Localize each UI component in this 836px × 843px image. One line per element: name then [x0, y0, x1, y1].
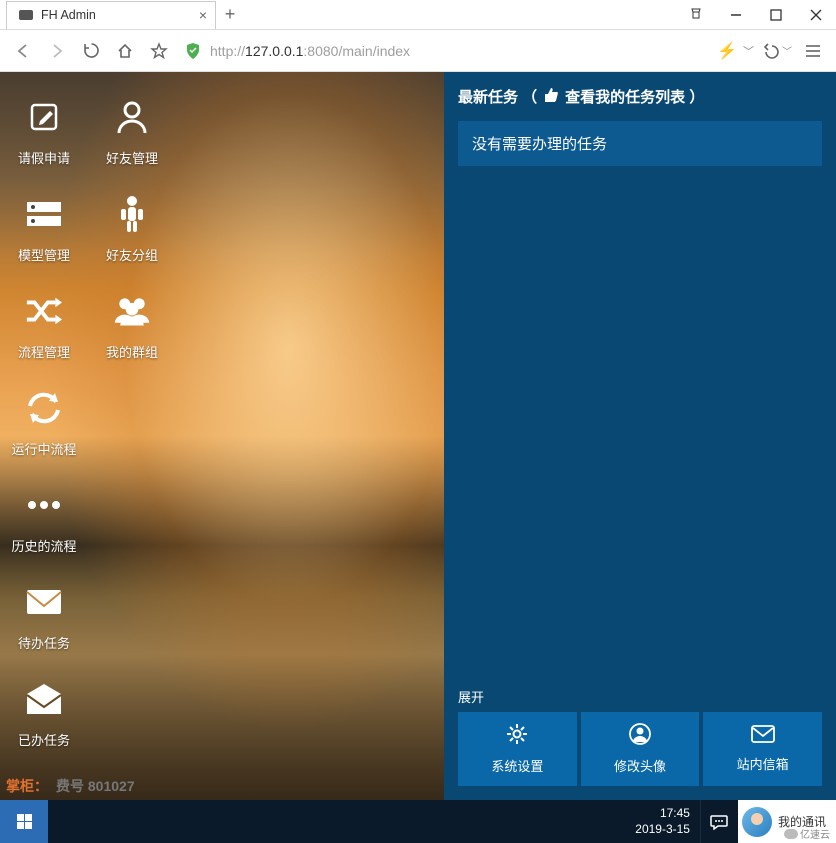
- new-tab-button[interactable]: +: [216, 1, 244, 29]
- tile-model-mgmt[interactable]: 模型管理: [0, 185, 88, 282]
- clock[interactable]: 17:45 2019-3-15: [625, 806, 700, 837]
- taskbar: 17:45 2019-3-15 我的通讯 亿速云: [0, 800, 836, 843]
- window-controls: [676, 0, 836, 30]
- undo-nav-button[interactable]: ﹀: [758, 36, 794, 66]
- menu-button[interactable]: [798, 36, 828, 66]
- expand-label[interactable]: 展开: [458, 687, 822, 706]
- brand-logo: 亿速云: [784, 826, 830, 841]
- tile-label: 已办任务: [18, 730, 70, 749]
- tile-flow-mgmt[interactable]: 流程管理: [0, 282, 88, 379]
- url-scheme: http://: [210, 43, 245, 59]
- home-button[interactable]: [110, 36, 140, 66]
- task-heading: 最新任务 （ 查看我的任务列表 ）: [458, 86, 822, 107]
- tile-label: 请假申请: [18, 148, 70, 167]
- main-content: 请假申请 好友管理 模型管理 好友分组: [0, 72, 836, 800]
- change-avatar-button[interactable]: 修改头像: [581, 712, 700, 786]
- watermark-text: 掌柜：费号 801027: [6, 776, 135, 796]
- windows-icon: [17, 814, 32, 829]
- clock-time: 17:45: [635, 806, 690, 822]
- tile-done-tasks[interactable]: 已办任务: [0, 670, 88, 767]
- speed-icon[interactable]: ⚡: [717, 41, 737, 61]
- start-button[interactable]: [0, 800, 48, 843]
- avatar-icon: [629, 723, 651, 748]
- sync-icon: [25, 389, 63, 427]
- forward-button[interactable]: [42, 36, 72, 66]
- back-button[interactable]: [8, 36, 38, 66]
- group-icon: [113, 292, 151, 330]
- maximize-button[interactable]: [756, 0, 796, 30]
- browser-tab[interactable]: FH Admin ×: [6, 1, 216, 29]
- close-window-button[interactable]: [796, 0, 836, 30]
- action-buttons: 系统设置 修改头像 站内信箱: [458, 712, 822, 786]
- tile-label: 历史的流程: [11, 536, 76, 555]
- tile-label: 待办任务: [18, 633, 70, 652]
- pin-window-button[interactable]: [676, 0, 716, 30]
- gear-icon: [506, 723, 528, 748]
- speed-chevron-icon[interactable]: ﹀: [743, 43, 754, 59]
- button-label: 系统设置: [491, 756, 543, 775]
- avatar: [742, 807, 772, 837]
- ellipsis-icon: [25, 486, 63, 524]
- envelope-icon: [751, 725, 775, 746]
- chat-tray-icon[interactable]: [700, 800, 738, 843]
- tile-friend-group[interactable]: 好友分组: [88, 185, 176, 282]
- tile-label: 模型管理: [18, 245, 70, 264]
- tile-label: 流程管理: [18, 342, 70, 361]
- right-pane: 最新任务 （ 查看我的任务列表 ） 没有需要办理的任务 展开 系统设置 修改头像…: [444, 72, 836, 800]
- button-label: 站内信箱: [737, 754, 789, 773]
- shield-icon: [186, 43, 200, 59]
- url-port: :8080: [303, 43, 338, 59]
- contact-widget[interactable]: 我的通讯 亿速云: [738, 800, 836, 843]
- refresh-button[interactable]: [76, 36, 106, 66]
- tile-label: 我的群组: [106, 342, 158, 361]
- left-pane: 请假申请 好友管理 模型管理 好友分组: [0, 72, 444, 800]
- url-field[interactable]: http:// 127.0.0.1 :8080 /main/index: [178, 43, 713, 59]
- server-icon: [25, 195, 63, 233]
- url-path: /main/index: [338, 43, 410, 59]
- url-host: 127.0.0.1: [245, 43, 303, 59]
- tile-friend-mgmt[interactable]: 好友管理: [88, 88, 176, 185]
- sys-settings-button[interactable]: 系统设置: [458, 712, 577, 786]
- minimize-button[interactable]: [716, 0, 756, 30]
- tile-running-flow[interactable]: 运行中流程: [0, 379, 88, 476]
- tile-leave-apply[interactable]: 请假申请: [0, 88, 88, 185]
- mail-open-icon: [25, 680, 63, 718]
- tile-grid: 请假申请 好友管理 模型管理 好友分组: [0, 72, 444, 767]
- person-icon: [113, 195, 151, 233]
- button-label: 修改头像: [614, 756, 666, 775]
- clock-date: 2019-3-15: [635, 822, 690, 838]
- user-icon: [113, 98, 151, 136]
- edit-icon: [25, 98, 63, 136]
- tile-my-groups[interactable]: 我的群组: [88, 282, 176, 379]
- window-titlebar: FH Admin × +: [0, 0, 836, 30]
- mail-icon: [25, 583, 63, 621]
- tile-label: 运行中流程: [11, 439, 76, 458]
- inbox-button[interactable]: 站内信箱: [703, 712, 822, 786]
- thumbs-up-icon: [543, 87, 559, 107]
- tile-todo-tasks[interactable]: 待办任务: [0, 573, 88, 670]
- tile-history-flow[interactable]: 历史的流程: [0, 476, 88, 573]
- no-task-banner: 没有需要办理的任务: [458, 121, 822, 166]
- tab-title: FH Admin: [41, 8, 96, 22]
- tab-favicon: [19, 10, 33, 20]
- tile-label: 好友管理: [106, 148, 158, 167]
- close-tab-icon[interactable]: ×: [199, 7, 207, 23]
- favorite-button[interactable]: [144, 36, 174, 66]
- tile-label: 好友分组: [106, 245, 158, 264]
- shuffle-icon: [25, 292, 63, 330]
- address-bar: http:// 127.0.0.1 :8080 /main/index ⚡ ﹀ …: [0, 30, 836, 72]
